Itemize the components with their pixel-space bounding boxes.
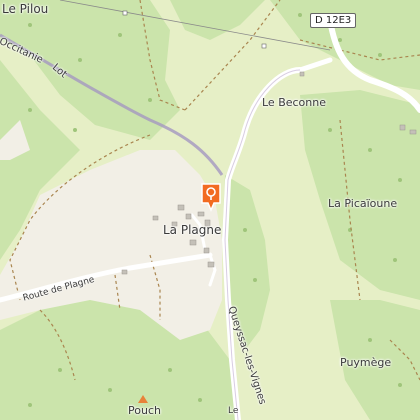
road-number-badge: D 12E3 xyxy=(310,13,357,28)
place-label-le-beconne: Le Beconne xyxy=(262,96,327,109)
place-label-la-picaioune: La Picaïoune xyxy=(328,197,398,210)
place-label-pouch: Pouch xyxy=(128,404,161,417)
pylon-icon xyxy=(122,10,128,16)
place-label-la-plagne: La Plagne xyxy=(163,223,222,237)
road-label-partial: Le xyxy=(228,406,239,416)
pylon-icon xyxy=(261,43,267,49)
map-view[interactable]: Le Pilou Occitanie Lot D 12E3 Le Beconne… xyxy=(0,0,420,420)
place-label-le-pilou: Le Pilou xyxy=(2,2,49,16)
place-label-puymege: Puymège xyxy=(340,356,392,369)
